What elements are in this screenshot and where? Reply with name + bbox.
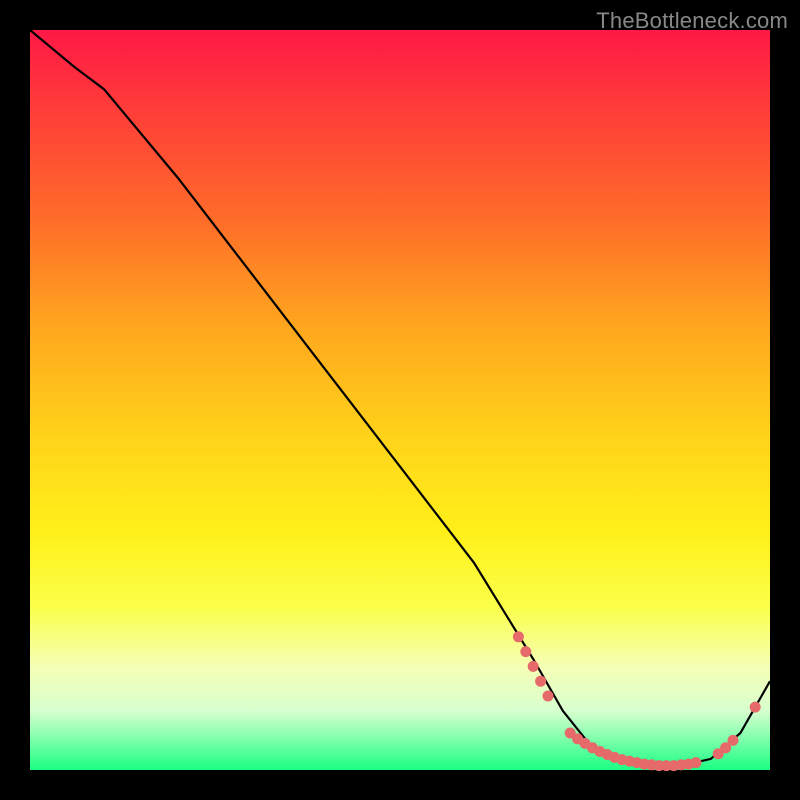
curve-line [30, 30, 770, 766]
marker-dot [535, 676, 546, 687]
plot-area [30, 30, 770, 770]
marker-dot [528, 661, 539, 672]
chart-container: TheBottleneck.com [0, 0, 800, 800]
chart-svg [30, 30, 770, 770]
marker-dot [543, 691, 554, 702]
marker-dots [513, 631, 761, 771]
marker-dot [728, 735, 739, 746]
marker-dot [691, 757, 702, 768]
marker-dot [750, 702, 761, 713]
marker-dot [513, 631, 524, 642]
watermark-text: TheBottleneck.com [596, 8, 788, 34]
marker-dot [520, 646, 531, 657]
